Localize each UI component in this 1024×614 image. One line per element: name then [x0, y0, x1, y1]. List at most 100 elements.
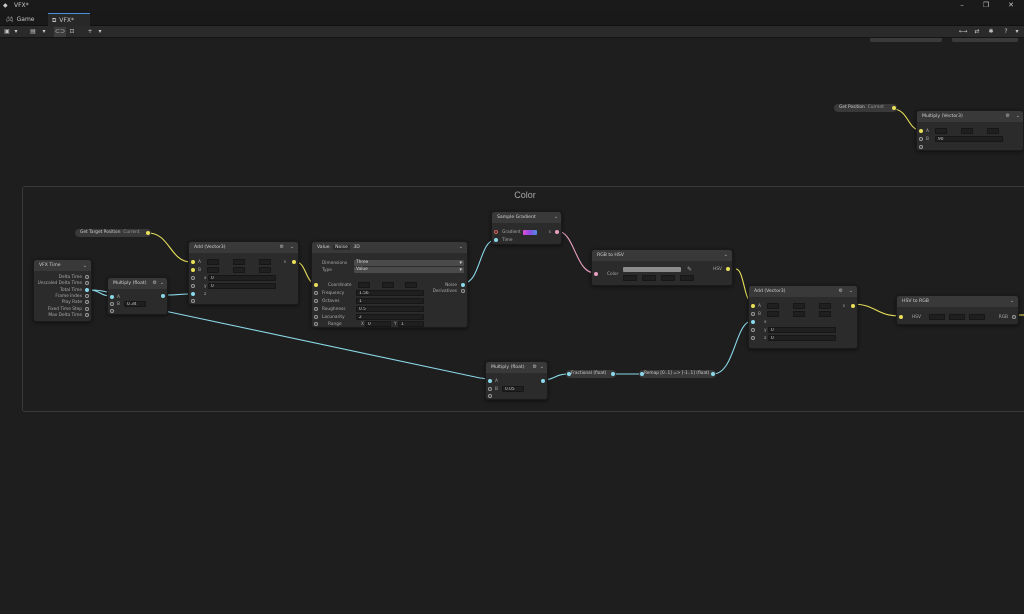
input-port-range[interactable] [314, 322, 318, 326]
roughness-field[interactable]: 0.5 [356, 306, 424, 312]
value-field[interactable] [259, 267, 271, 273]
value-field[interactable] [207, 267, 219, 273]
value-field[interactable] [642, 275, 656, 281]
value-field[interactable] [233, 267, 245, 273]
z-field[interactable]: 0 [768, 335, 836, 341]
chevron-down-icon[interactable]: ⌄ [459, 242, 463, 253]
node-vfx-time[interactable]: VFX Time ⌄ Delta Time Unscaled Delta Tim… [33, 259, 92, 322]
value-field[interactable] [207, 259, 219, 265]
value-field[interactable] [767, 311, 779, 317]
output-port[interactable] [85, 307, 89, 311]
output-port[interactable] [85, 288, 89, 292]
output-port[interactable] [146, 231, 150, 235]
x-field[interactable]: 0 [208, 275, 276, 281]
chevron-down-icon[interactable]: ⌄ [160, 278, 164, 289]
chevron-down-icon[interactable]: ⌄ [724, 250, 728, 261]
chevron-down-icon[interactable]: ⌄ [1010, 296, 1014, 307]
input-port-b[interactable] [919, 137, 923, 141]
chevron-down-icon[interactable]: ⌄ [1016, 111, 1020, 122]
node-remap[interactable]: Remap [0..1] => [-1..1] (float) [639, 370, 716, 378]
value-field[interactable] [929, 314, 945, 320]
input-port-b[interactable] [191, 268, 195, 272]
output-port[interactable] [161, 294, 165, 298]
node-multiply-float[interactable]: Multiply (float) ⚙ ⌄ A B 0.34 [107, 277, 168, 315]
input-port-z[interactable] [751, 336, 755, 340]
output-port[interactable] [711, 372, 715, 376]
node-multiply-float-2[interactable]: Multiply (float) ⚙ ⌄ A B 0.05 [485, 361, 548, 400]
gear-icon[interactable]: ⚙ [533, 362, 537, 373]
node-get-position[interactable]: Get Position Current [834, 104, 897, 112]
y-field[interactable]: 0 [208, 283, 276, 289]
chevron-down-icon[interactable]: ⌄ [849, 286, 853, 297]
output-port[interactable] [541, 379, 545, 383]
output-port[interactable] [1012, 315, 1016, 319]
value-field[interactable] [382, 282, 394, 288]
input-port-time[interactable] [494, 238, 498, 242]
tab-game[interactable]: 🎮︎ Game [2, 13, 39, 26]
tab-vfx[interactable]: ⧉ VFX* [48, 13, 90, 26]
chevron-down-icon[interactable]: ▾ [12, 27, 20, 37]
gear-icon[interactable]: ⚙ [153, 278, 157, 289]
eyedropper-icon[interactable]: ✎ [687, 267, 692, 273]
value-field[interactable] [767, 303, 779, 309]
y-field[interactable]: 0 [768, 327, 836, 333]
output-port[interactable] [851, 304, 855, 308]
value-field[interactable] [358, 282, 370, 288]
attach-icon[interactable]: ⟷ [958, 27, 968, 37]
input-port-gradient[interactable] [494, 230, 498, 234]
value-field[interactable] [680, 275, 694, 281]
save-icon[interactable]: ▣ [3, 27, 11, 37]
value-field[interactable] [969, 314, 985, 320]
gear-icon[interactable]: ⚙ [280, 242, 284, 253]
chevron-down-icon[interactable]: ⌄ [540, 362, 544, 373]
value-field[interactable] [793, 303, 805, 309]
input-port[interactable] [110, 309, 114, 313]
input-port-a[interactable] [110, 295, 114, 299]
value-field[interactable] [623, 275, 637, 281]
value-field[interactable] [819, 303, 831, 309]
output-port[interactable] [726, 267, 730, 271]
octaves-field[interactable]: 1 [356, 298, 424, 304]
type-dropdown[interactable]: Value [354, 267, 464, 273]
value-field[interactable] [259, 259, 271, 265]
help-icon[interactable]: ? [1002, 27, 1010, 37]
input-port-x[interactable] [191, 276, 195, 280]
node-sample-gradient[interactable]: Sample Gradient ⌄ Gradient Time s [491, 211, 562, 245]
color-swatch[interactable] [623, 267, 681, 272]
input-port-b[interactable] [110, 302, 114, 306]
gear-icon[interactable]: ⚙ [1006, 111, 1010, 122]
input-port[interactable] [191, 299, 195, 303]
input-port-a[interactable] [751, 304, 755, 308]
node-multiply-vector3[interactable]: Multiply (Vector3) ⚙ ⌄ A B 90 [916, 110, 1024, 151]
add-icon[interactable]: + [86, 27, 94, 37]
node-hsv-to-rgb[interactable]: HSV to RGB ⌄ HSV RGB [896, 295, 1019, 325]
value-field[interactable] [987, 128, 999, 134]
chevron-down-icon[interactable]: ▾ [40, 27, 48, 37]
input-port-b[interactable] [488, 387, 492, 391]
input-port-lacunarity[interactable] [314, 315, 318, 319]
input-port-roughness[interactable] [314, 307, 318, 311]
value-field[interactable] [961, 128, 973, 134]
chevron-down-icon[interactable]: ⌄ [290, 242, 294, 253]
value-field[interactable]: 0.05 [502, 386, 524, 392]
output-port[interactable] [85, 275, 89, 279]
chevron-down-icon[interactable]: ⌄ [83, 263, 87, 269]
chevron-down-icon[interactable]: ▾ [1013, 27, 1021, 37]
input-port-color[interactable] [594, 272, 598, 276]
output-port[interactable] [85, 313, 89, 317]
node-rgb-to-hsv[interactable]: RGB to HSV ⌄ Color ✎ HSV [591, 249, 733, 286]
input-port[interactable] [919, 145, 923, 149]
input-port-hsv[interactable] [899, 315, 903, 319]
output-port[interactable] [85, 281, 89, 285]
value-field[interactable] [935, 128, 947, 134]
derivatives-output-port[interactable] [461, 289, 465, 293]
input-port-frequency[interactable] [314, 291, 318, 295]
output-port[interactable] [892, 106, 896, 110]
frequency-field[interactable]: 1.56 [356, 290, 424, 296]
minimize-button[interactable]: – [955, 1, 969, 9]
value-field[interactable] [949, 314, 965, 320]
dimensions-dropdown[interactable]: Three [354, 260, 464, 266]
value-field[interactable] [233, 259, 245, 265]
close-button[interactable]: ✕ [1004, 1, 1018, 9]
gradient-swatch[interactable] [523, 230, 537, 235]
